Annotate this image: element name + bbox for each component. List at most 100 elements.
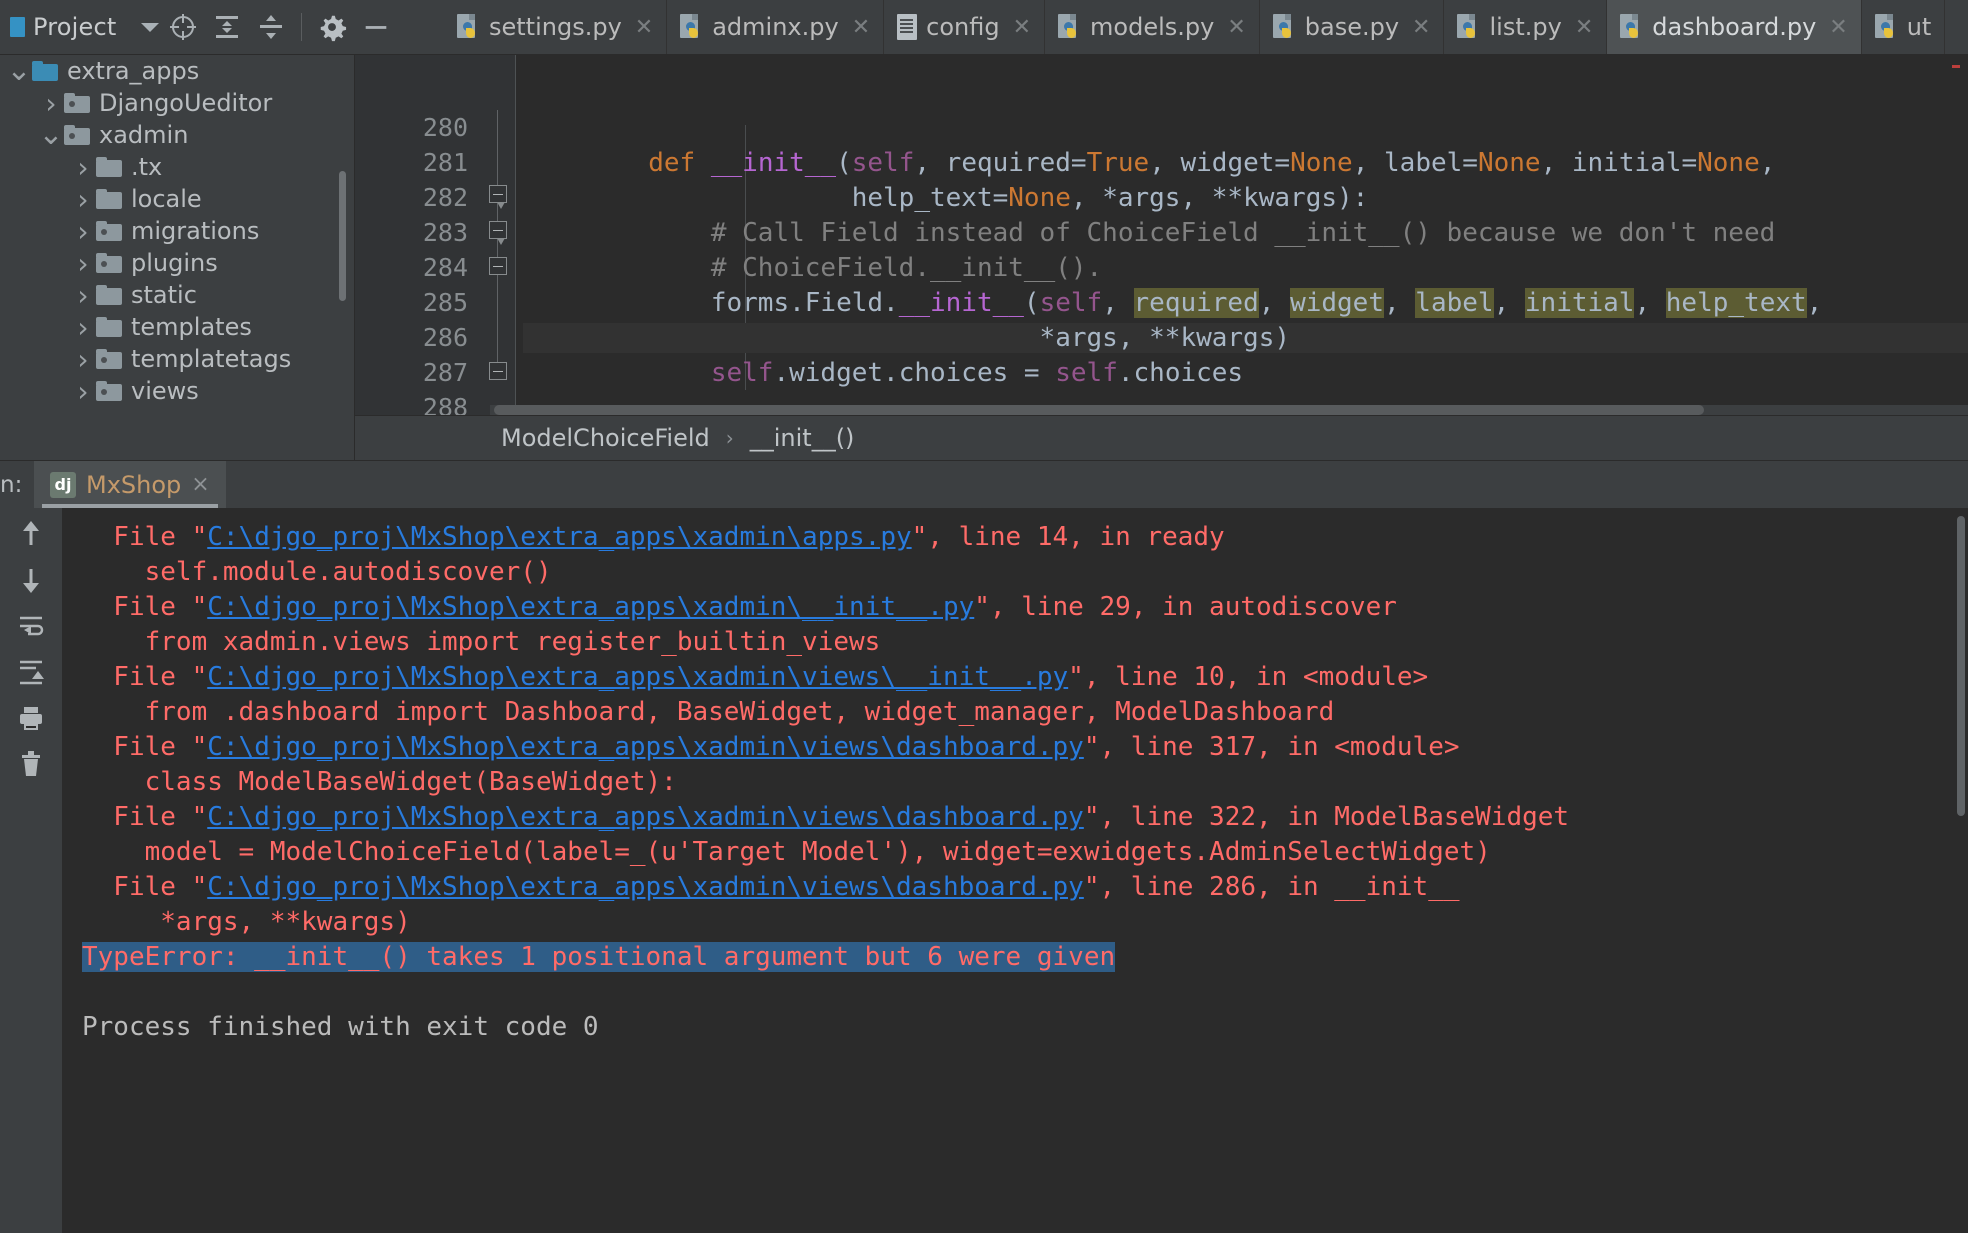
code-token: self	[710, 358, 774, 388]
code-line[interactable]: self.widget.choices = self.choices	[523, 358, 1243, 388]
chevron-right-icon[interactable]: ›	[70, 183, 96, 216]
run-tab-mxshop[interactable]: dj MxShop ×	[34, 461, 226, 508]
console-file-link[interactable]: C:\djgo_proj\MxShop\extra_apps\xadmin\ap…	[207, 522, 911, 552]
project-view-button[interactable]: Project	[4, 11, 123, 43]
close-icon[interactable]: ✕	[635, 15, 653, 40]
close-icon[interactable]: ✕	[1013, 15, 1031, 40]
tree-item-migrations[interactable]: › migrations	[0, 215, 354, 248]
chevron-right-icon[interactable]: ›	[70, 279, 96, 312]
python-file-icon	[680, 14, 703, 40]
project-tree[interactable]: ⌄ extra_apps › DjangoUeditor ⌄ xadmin › .tx › loc…	[0, 55, 355, 415]
console-file-link[interactable]: C:\djgo_proj\MxShop\extra_apps\xadmin\__…	[207, 592, 974, 622]
down-arrow-icon[interactable]	[9, 564, 53, 596]
chevron-right-icon[interactable]: ›	[70, 215, 96, 248]
editor-tab-adminx[interactable]: adminx.py ✕	[667, 0, 885, 54]
run-tool-window: n: dj MxShop × File "C:\djgo_proj\MxShop…	[0, 460, 1968, 1233]
console-file-link[interactable]: C:\djgo_proj\MxShop\extra_apps\xadmin\vi…	[207, 662, 1068, 692]
chevron-down-icon[interactable]: ⌄	[38, 120, 64, 150]
close-icon[interactable]: ✕	[1829, 15, 1847, 40]
chevron-right-icon[interactable]: ›	[70, 311, 96, 344]
folder-icon	[96, 381, 122, 401]
project-panel-label: Project	[33, 13, 117, 41]
project-dropdown-icon[interactable]	[140, 22, 159, 32]
console-file-link[interactable]: C:\djgo_proj\MxShop\extra_apps\xadmin\vi…	[207, 872, 1084, 902]
breadcrumb-class[interactable]: ModelChoiceField	[501, 424, 710, 452]
tree-item-xadmin[interactable]: ⌄ xadmin	[0, 119, 354, 151]
chevron-down-icon[interactable]: ⌄	[6, 56, 32, 86]
editor-horizontal-scrollbar[interactable]	[490, 405, 1968, 415]
tree-item-locale[interactable]: › locale	[0, 183, 354, 216]
scroll-to-end-icon[interactable]	[9, 656, 53, 688]
chevron-right-icon[interactable]: ›	[70, 151, 96, 184]
fold-marker[interactable]	[489, 185, 507, 209]
tree-item-djangoueditor[interactable]: › DjangoUeditor	[0, 87, 354, 120]
console-text: File "	[82, 732, 208, 762]
chevron-right-icon: ›	[725, 426, 734, 450]
console-text: ", line 10, in <module>	[1068, 662, 1429, 692]
locate-target-icon[interactable]	[163, 7, 203, 47]
code-line[interactable]: # ChoiceField.__init__().	[523, 253, 1102, 283]
tree-scrollbar[interactable]	[339, 171, 346, 301]
expand-all-icon[interactable]	[207, 7, 247, 47]
console-text: File "	[82, 592, 208, 622]
scrollbar-thumb[interactable]	[494, 405, 1704, 415]
close-icon[interactable]: ✕	[1575, 15, 1593, 40]
tree-item-templatetags[interactable]: › templatetags	[0, 343, 354, 376]
fold-marker[interactable]	[489, 362, 507, 380]
tree-item-templates[interactable]: › templates	[0, 311, 354, 344]
code-line[interactable]: forms.Field.__init__(self, required, wid…	[523, 288, 1822, 318]
console-file-link[interactable]: C:\djgo_proj\MxShop\extra_apps\xadmin\vi…	[207, 732, 1084, 762]
editor-tab-settings[interactable]: settings.py ✕	[444, 0, 668, 54]
code-line[interactable]: def __init__(self, required=True, widget…	[523, 148, 1775, 178]
console-line: File "C:\djgo_proj\MxShop\extra_apps\xad…	[82, 732, 1459, 762]
editor-tab-dashboard[interactable]: dashboard.py ✕	[1607, 0, 1862, 54]
breadcrumb-method[interactable]: __init__()	[750, 424, 855, 452]
editor-tab-models[interactable]: models.py ✕	[1045, 0, 1260, 54]
close-icon[interactable]: ×	[191, 472, 209, 497]
tree-item-static[interactable]: › static	[0, 279, 354, 312]
code-line[interactable]: *args, **kwargs)	[523, 323, 1968, 353]
error-marker[interactable]	[1952, 65, 1960, 68]
print-icon[interactable]	[9, 702, 53, 734]
chevron-right-icon[interactable]: ›	[38, 87, 64, 120]
code-token: self	[1055, 358, 1118, 388]
minimize-icon[interactable]	[356, 7, 396, 47]
up-arrow-icon[interactable]	[9, 518, 53, 550]
code-token: __init__	[898, 288, 1024, 318]
tree-item-tx[interactable]: › .tx	[0, 151, 354, 184]
pycharm-window: Project settings.py ✕ adminx.py ✕ config…	[0, 0, 1968, 1233]
editor-tab-config[interactable]: config ✕	[884, 0, 1046, 54]
tree-item-label: migrations	[131, 217, 260, 245]
tree-item-plugins[interactable]: › plugins	[0, 247, 354, 280]
close-icon[interactable]: ✕	[852, 15, 870, 40]
gear-icon[interactable]	[312, 7, 352, 47]
console-line: File "C:\djgo_proj\MxShop\extra_apps\xad…	[82, 662, 1428, 692]
editor-tab-ut[interactable]: ut	[1862, 0, 1946, 54]
editor-tab-list[interactable]: list.py ✕	[1444, 0, 1608, 54]
code-line[interactable]: # Call Field instead of ChoiceField __in…	[523, 218, 1775, 248]
close-icon[interactable]: ✕	[1227, 15, 1245, 40]
fold-marker[interactable]	[489, 221, 507, 245]
console-scrollbar[interactable]	[1957, 516, 1965, 816]
close-icon[interactable]: ✕	[1412, 15, 1430, 40]
soft-wrap-icon[interactable]	[9, 610, 53, 642]
config-file-icon	[897, 14, 918, 40]
fold-marker[interactable]	[489, 257, 507, 275]
tree-footer-spacer	[0, 415, 355, 460]
code-line[interactable]: help_text=None, *args, **kwargs):	[523, 183, 1369, 213]
trash-icon[interactable]	[9, 748, 53, 780]
editor-tab-base[interactable]: base.py ✕	[1260, 0, 1445, 54]
collapse-all-icon[interactable]	[251, 7, 291, 47]
console-file-link[interactable]: C:\djgo_proj\MxShop\extra_apps\xadmin\vi…	[207, 802, 1084, 832]
console-line: File "C:\djgo_proj\MxShop\extra_apps\xad…	[82, 522, 1224, 552]
chevron-right-icon[interactable]: ›	[70, 343, 96, 376]
chevron-right-icon[interactable]: ›	[70, 375, 96, 408]
run-console-output[interactable]: File "C:\djgo_proj\MxShop\extra_apps\xad…	[62, 508, 1968, 1233]
console-text: ", line 322, in ModelBaseWidget	[1083, 802, 1570, 832]
tree-item-views[interactable]: › views	[0, 375, 354, 408]
code-text[interactable]: def __init__(self, required=True, widget…	[515, 55, 1968, 415]
chevron-right-icon[interactable]: ›	[70, 247, 96, 280]
code-folding-column[interactable]	[480, 55, 515, 415]
tree-item-extraapps[interactable]: ⌄ extra_apps	[0, 55, 354, 87]
